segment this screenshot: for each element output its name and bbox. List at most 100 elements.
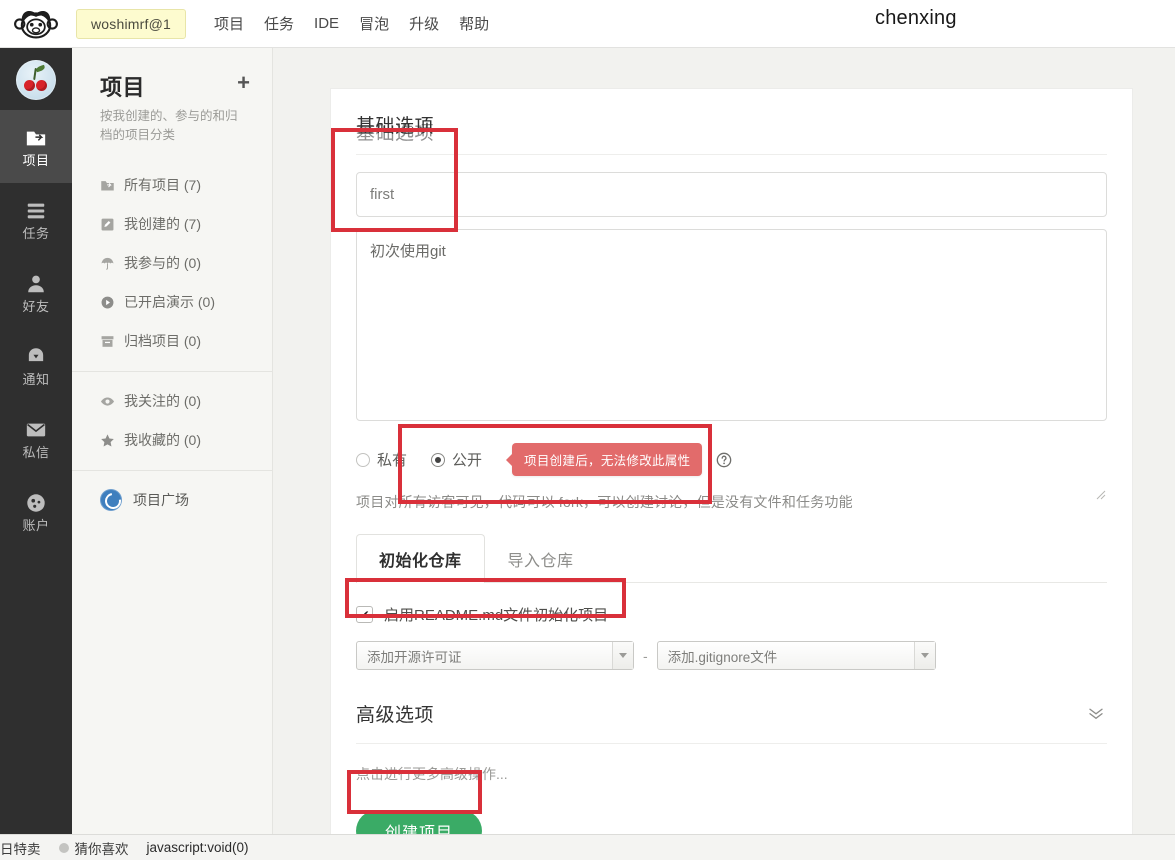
sidebar-label: 归档项目 (0) [124, 333, 201, 350]
bell-icon [28, 347, 44, 361]
rail-label-messages: 私信 [22, 444, 50, 460]
rail-item-notifications[interactable]: 通知 [0, 329, 72, 402]
logo-container[interactable] [0, 0, 72, 48]
bottom-item-guess-label: 猜你喜欢 [74, 841, 129, 857]
divider-basic [356, 154, 1107, 155]
radio-label-private: 私有 [377, 452, 408, 469]
top-bar: woshimrf@1 项目 任务 IDE 冒泡 升级 帮助 chenxing [0, 0, 1175, 48]
question-circle-icon[interactable] [716, 452, 732, 468]
umbrella-icon [101, 257, 114, 270]
rail-item-account[interactable]: 账户 [0, 475, 72, 548]
sidebar-label: 我收藏的 (0) [124, 432, 201, 449]
rail-label-tasks: 任务 [22, 225, 50, 241]
radio-dot-public [431, 452, 446, 467]
account-icon [27, 493, 45, 512]
sidebar-label: 我关注的 (0) [124, 393, 201, 410]
play-circle-icon [101, 296, 114, 309]
rail-avatar-cell [0, 48, 72, 110]
cherry-left-icon [24, 80, 35, 91]
eye-icon [100, 397, 115, 406]
sidebar-subtitle: 按我创建的、参与的和归档的项目分类 [100, 109, 238, 143]
archive-icon [101, 335, 114, 347]
sidebar-item-created-by-me[interactable]: 我创建的 (7) [100, 205, 272, 244]
edit-square-icon [101, 218, 114, 231]
nav-projects[interactable]: 项目 [214, 13, 244, 34]
rail-item-messages[interactable]: 私信 [0, 402, 72, 475]
sidebar-item-watching[interactable]: 我关注的 (0) [100, 382, 272, 421]
list-icon [27, 203, 45, 218]
folder-icon [101, 180, 114, 191]
sidebar-list-secondary: 我关注的 (0) 我收藏的 (0) [72, 372, 272, 460]
sidebar-item-project-plaza[interactable]: 项目广场 [72, 471, 272, 511]
add-project-button[interactable]: + [237, 72, 250, 94]
sidebar-label: 已开启演示 (0) [124, 294, 215, 311]
license-select-value: 添加开源许可证 [367, 649, 462, 665]
nav-help[interactable]: 帮助 [459, 13, 489, 34]
rail-item-friends[interactable]: 好友 [0, 256, 72, 329]
rail-label-friends: 好友 [22, 298, 50, 314]
sidebar-list-primary: 所有项目 (7) 我创建的 (7) 我参与的 (0) 已开启演示 (0) 归档项… [72, 166, 272, 361]
check-icon: ✔ [359, 607, 370, 622]
bottom-status-link: javascript:void(0) [146, 840, 249, 855]
rail-item-projects[interactable]: 项目 [0, 110, 72, 183]
cherry-right-icon [36, 80, 47, 91]
cherries-avatar[interactable] [16, 60, 56, 100]
left-rail: 项目 任务 好友 通知 私信 账户 [0, 48, 72, 860]
globe-icon [100, 488, 122, 511]
bottom-item-guess[interactable]: 猜你喜欢 [58, 838, 129, 858]
sidebar-item-joined[interactable]: 我参与的 (0) [100, 244, 272, 283]
tab-import-repo[interactable]: 导入仓库 [485, 534, 597, 583]
repo-tabs: 初始化仓库 导入仓库 [356, 533, 1107, 583]
create-project-card: 基础选项 初次使用git 私有 公开 项目创建后，无法修改此属性 [330, 88, 1133, 852]
app-root: woshimrf@1 项目 任务 IDE 冒泡 升级 帮助 chenxing 项… [0, 0, 1175, 860]
visibility-note: 项目对所有访客可见，代码可以 fork，可以创建讨论，但是没有文件和任务功能 [356, 494, 853, 510]
radio-public[interactable]: 公开 [431, 449, 482, 470]
select-separator: - [643, 647, 648, 664]
divider-advanced [356, 743, 1107, 744]
advanced-options-header[interactable]: 高级选项 [356, 700, 1107, 727]
nav-bubble[interactable]: 冒泡 [359, 13, 389, 34]
sidebar-label: 我参与的 (0) [124, 255, 201, 272]
project-description-textarea[interactable]: 初次使用git [356, 229, 1107, 421]
sidebar-item-archived[interactable]: 归档项目 (0) [100, 322, 272, 361]
readme-checkbox-row[interactable]: ✔ 启用README.md文件初始化项目 [356, 604, 1107, 625]
rail-label-account: 账户 [22, 517, 50, 533]
radio-private[interactable]: 私有 [356, 449, 407, 470]
user-chip[interactable]: woshimrf@1 [76, 8, 187, 39]
repo-extras-row: 添加开源许可证 - 添加.gitignore文件 [356, 641, 1107, 670]
advanced-options-title: 高级选项 [356, 705, 435, 726]
cherry-leaf-icon [35, 64, 46, 73]
page-user-title: chenxing [875, 7, 957, 29]
basic-options-title: 基础选项 [356, 116, 435, 137]
bottom-item-sale[interactable]: 日特卖 [0, 838, 41, 858]
sidebar-item-starred[interactable]: 我收藏的 (0) [100, 421, 272, 460]
sidebar-item-all-projects[interactable]: 所有项目 (7) [100, 166, 272, 205]
envelope-icon [26, 423, 46, 436]
main-content: 基础选项 初次使用git 私有 公开 项目创建后，无法修改此属性 [273, 48, 1175, 860]
bottom-status-bar: 日特卖 猜你喜欢 javascript:void(0) [0, 834, 1175, 860]
nav-tasks[interactable]: 任务 [264, 13, 294, 34]
sidebar-title: 项目 [100, 75, 146, 100]
advanced-note: 点击进行更多高级操作... [356, 766, 508, 782]
readme-checkbox[interactable]: ✔ [356, 606, 373, 623]
gitignore-select[interactable]: 添加.gitignore文件 [656, 641, 936, 670]
sidebar-label: 项目广场 [133, 491, 189, 508]
user-icon [28, 275, 44, 292]
project-name-input[interactable] [356, 172, 1107, 217]
chevron-down-icon [913, 642, 935, 669]
rail-label-projects: 项目 [22, 152, 50, 168]
sidebar-label: 我创建的 (7) [124, 216, 201, 233]
license-select[interactable]: 添加开源许可证 [356, 641, 634, 670]
chevron-double-down-icon[interactable] [1087, 704, 1105, 722]
nav-ide[interactable]: IDE [314, 15, 339, 32]
radio-dot-private [356, 452, 370, 467]
top-nav: 项目 任务 IDE 冒泡 升级 帮助 [214, 13, 489, 34]
visibility-row: 私有 公开 项目创建后，无法修改此属性 [356, 443, 1107, 476]
radio-label-public: 公开 [452, 452, 483, 469]
sidebar-item-demo-enabled[interactable]: 已开启演示 (0) [100, 283, 272, 322]
rail-item-tasks[interactable]: 任务 [0, 183, 72, 256]
tab-init-repo[interactable]: 初始化仓库 [356, 534, 485, 583]
nav-upgrade[interactable]: 升级 [409, 13, 439, 34]
folder-icon [26, 131, 46, 145]
sidebar-header: 项目 + 按我创建的、参与的和归档的项目分类 [72, 48, 272, 146]
